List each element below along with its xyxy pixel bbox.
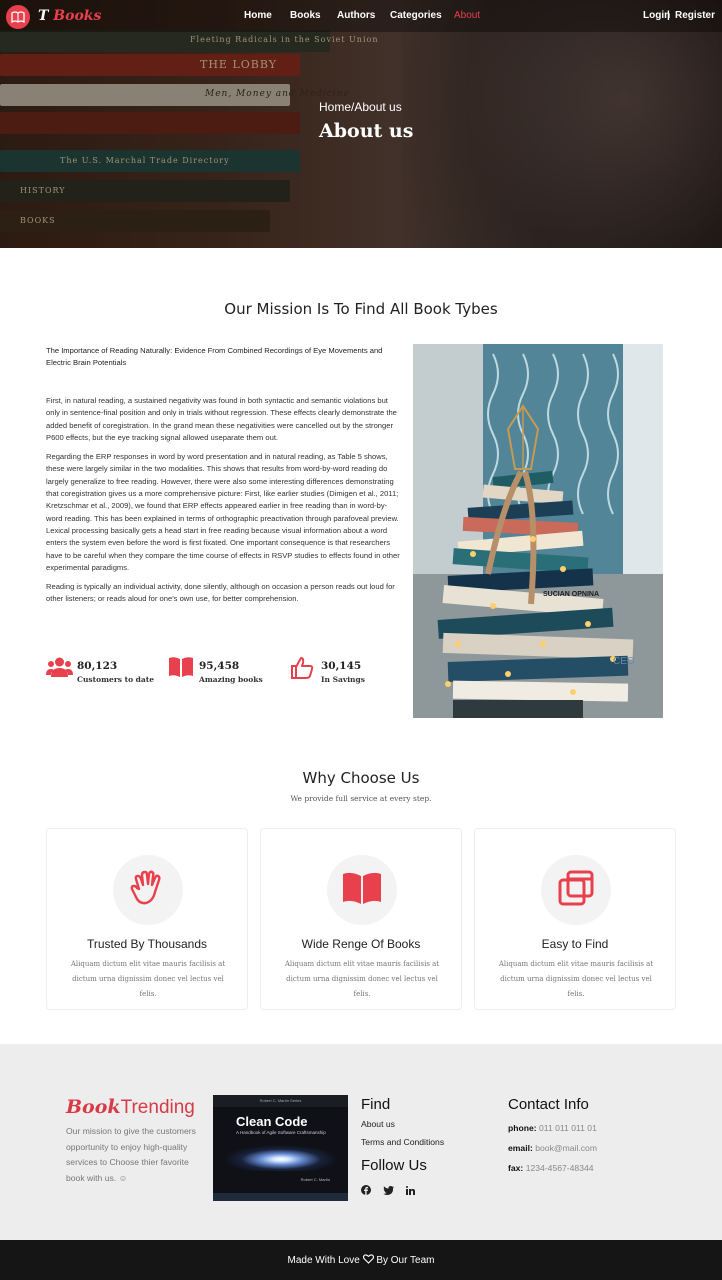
nav-separator: | (667, 10, 670, 21)
book-icon (341, 871, 383, 909)
why-heading: Why Choose Us (302, 769, 420, 787)
fax-label: fax: (508, 1163, 524, 1173)
register-link[interactable]: Register (675, 10, 715, 21)
card-text: Aliquam dictum elit vitae mauris facilis… (70, 960, 226, 998)
card-icon-circle (541, 855, 611, 925)
nav-home[interactable]: Home (244, 10, 272, 21)
card-text: Aliquam dictum elit vitae mauris facilis… (498, 960, 654, 998)
phone-value[interactable]: 011 011 011 01 (539, 1123, 597, 1133)
footer-description: Our mission to give the customers opport… (66, 1126, 196, 1183)
phone-label: phone: (508, 1123, 537, 1133)
brand-trending: Trending (120, 1097, 195, 1118)
contact-fax: fax: 1234-4567-48344 (508, 1163, 594, 1173)
stat-label: In Savings (321, 675, 365, 684)
article-paragraph: First, in natural reading, a sustained n… (46, 396, 397, 442)
open-book-icon (168, 656, 194, 682)
copy-windows-icon (557, 869, 595, 911)
card-text: Aliquam dictum elit vitae mauris facilis… (284, 960, 440, 998)
linkedin-icon[interactable] (404, 1184, 416, 1196)
card-title: Trusted By Thousands (86, 937, 208, 951)
about-us-link[interactable]: About us (361, 1119, 395, 1129)
feature-card: Trusted By Thousands Aliquam dictum elit… (46, 828, 248, 1010)
facebook-icon[interactable] (360, 1184, 372, 1196)
book-stack-photo: SUCIAN OPNINA CEO (413, 344, 663, 718)
stat-label: Amazing books (199, 675, 263, 684)
nav-categories[interactable]: Categories (390, 10, 442, 21)
site-logo[interactable]: T Books (38, 8, 101, 24)
credits: Made With Love By Our Team (0, 1254, 722, 1266)
cover-author: Robert C. Martin (300, 1177, 330, 1182)
nav-books[interactable]: Books (290, 10, 321, 21)
nav-authors[interactable]: Authors (337, 10, 375, 21)
feature-card: Easy to Find Aliquam dictum elit vitae m… (474, 828, 676, 1010)
bottom-bar: Made With Love By Our Team (0, 1240, 722, 1280)
credits-left: Made With Love (287, 1255, 360, 1266)
stat-value: 95,458 (199, 660, 240, 672)
logo-book-icon[interactable] (6, 5, 30, 29)
twitter-icon[interactable] (382, 1184, 394, 1196)
photo-label: CEO (613, 656, 635, 667)
find-heading: Find (361, 1096, 391, 1113)
cover-series: Robert C. Martin Series (259, 1098, 302, 1103)
mission-article: The Importance of Reading Naturally: Evi… (46, 345, 402, 613)
email-value[interactable]: book@mail.com (535, 1143, 597, 1153)
contact-phone: phone: 011 011 011 01 (508, 1123, 597, 1133)
email-label: email: (508, 1143, 533, 1153)
stat-label: Customers to date (77, 675, 155, 684)
footer: BookTrending Our mission to give the cus… (0, 1044, 722, 1240)
contact-heading: Contact Info (508, 1096, 589, 1113)
heart-icon (362, 1254, 374, 1266)
article-paragraph: Reading is typically an individual activ… (46, 582, 395, 604)
card-icon-circle (113, 855, 183, 925)
card-icon-circle (327, 855, 397, 925)
hero-banner: Fleeting Radicals in the Soviet Union TH… (0, 0, 722, 248)
contact-email: email: book@mail.com (508, 1143, 597, 1153)
page-title: About us (319, 120, 414, 142)
article-title: The Importance of Reading Naturally: Evi… (46, 346, 383, 367)
card-title: Easy to Find (541, 937, 609, 951)
stat-value: 30,145 (321, 660, 362, 672)
credits-right: By Our Team (376, 1255, 435, 1266)
featured-book-cover[interactable]: Robert C. Martin Series Clean Code A Han… (213, 1095, 348, 1201)
footer-brand[interactable]: BookTrending (66, 1096, 195, 1119)
terms-link[interactable]: Terms and Conditions (361, 1137, 444, 1147)
article-paragraph: Regarding the ERP responses in word by w… (46, 452, 400, 572)
cover-subtitle: A Handbook of Agile Software Craftsmansh… (236, 1130, 326, 1135)
thumbs-up-icon (290, 656, 314, 684)
galaxy-image (225, 1145, 337, 1171)
breadcrumb: Home/About us (319, 100, 402, 114)
navbar: T Books Home Books Authors Categories Ab… (0, 0, 722, 32)
logo-books: Books (53, 8, 102, 24)
why-subheading: We provide full service at every step. (290, 794, 432, 803)
cover-title: Clean Code (236, 1114, 308, 1129)
brand-book: Book (66, 1096, 121, 1118)
users-icon (46, 656, 73, 682)
follow-heading: Follow Us (361, 1157, 427, 1174)
card-title: Wide Renge Of Books (301, 937, 421, 951)
mission-heading: Our Mission Is To Find All Book Tybes (224, 300, 498, 318)
photo-label: SUCIAN OPNINA (543, 591, 599, 598)
nav-about[interactable]: About (454, 10, 480, 21)
stat-value: 80,123 (77, 660, 118, 672)
fax-value: 1234-4567-48344 (525, 1163, 594, 1173)
hand-wave-icon (129, 869, 167, 911)
logo-t: T (38, 8, 49, 24)
feature-card: Wide Renge Of Books Aliquam dictum elit … (260, 828, 462, 1010)
